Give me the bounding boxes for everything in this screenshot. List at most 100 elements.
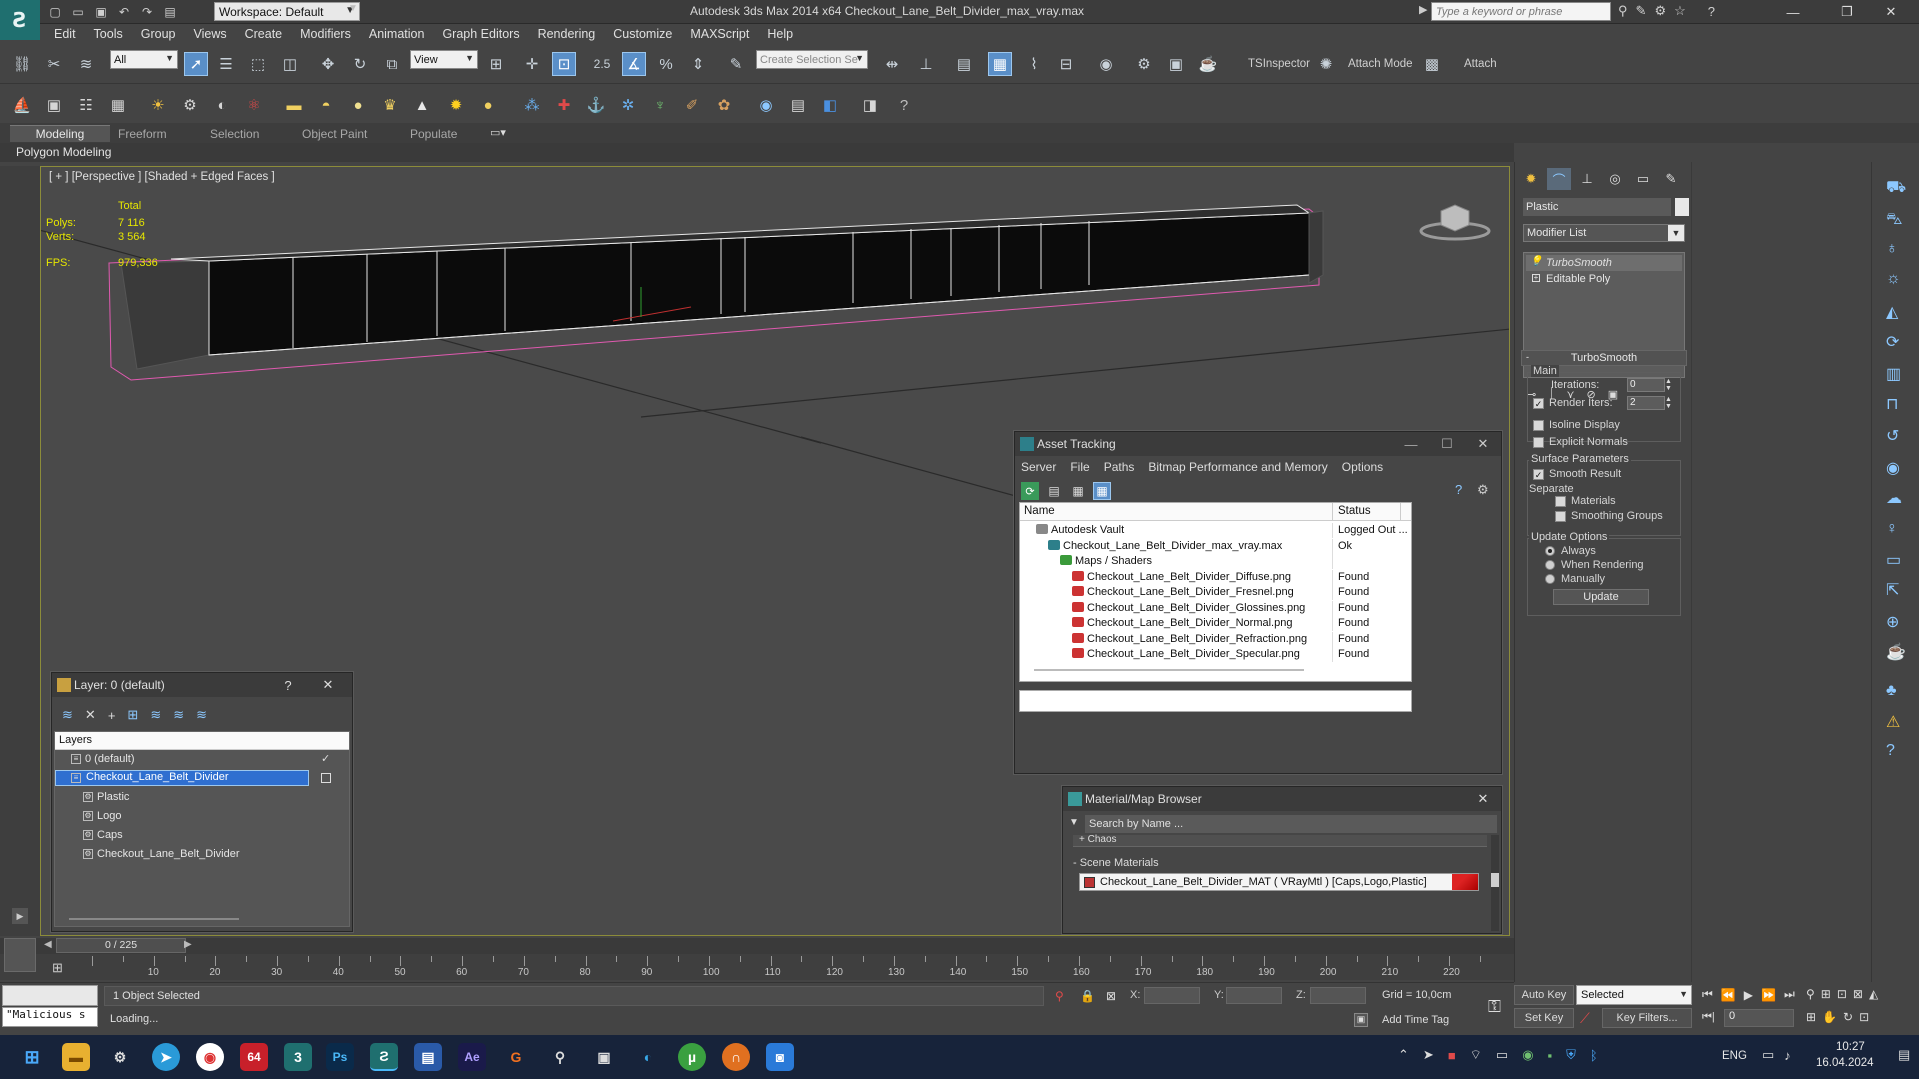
menu-bitmap-performance[interactable]: Bitmap Performance and Memory — [1148, 460, 1327, 474]
column-header-layers[interactable]: Layers — [59, 734, 92, 746]
close-button[interactable]: ✕ — [1465, 787, 1501, 811]
zoom-icon[interactable]: ⚲ — [1806, 987, 1815, 1001]
settings-icon[interactable]: ⚙ — [1477, 482, 1489, 498]
ribbon-tab-freeform[interactable]: Freeform — [106, 125, 179, 142]
ribbon-options-icon[interactable]: ▭▾ — [490, 126, 506, 139]
tray-bluetooth-icon[interactable]: ᛒ — [1590, 1048, 1598, 1063]
pivot-center-icon[interactable]: ⊞ — [484, 52, 508, 76]
render-production-icon[interactable]: ☕ — [1196, 52, 1220, 76]
asset-row[interactable]: Maps / Shaders — [1020, 554, 1411, 570]
asset-row[interactable]: Checkout_Lane_Belt_Divider_Normal.png Fou… — [1020, 616, 1411, 632]
spinner-arrows-icon[interactable]: ▲ ▼ — [1665, 396, 1673, 410]
subscription-icon[interactable]: ⚙ — [1654, 3, 1666, 19]
browser-options-icon[interactable]: ▼ — [1069, 817, 1079, 828]
menu-views[interactable]: Views — [193, 27, 226, 41]
list-icon[interactable]: ☷ — [74, 93, 98, 117]
tray-telegram-icon[interactable]: ➤ — [1423, 1047, 1434, 1063]
camera-icon[interactable]: ⛟ — [1886, 178, 1906, 198]
refresh-icon[interactable]: ⟳ — [1021, 482, 1039, 500]
layer-row[interactable]: Plastic ⚙ — [55, 790, 349, 806]
vray-frame-buffer-icon[interactable]: ◐ — [210, 93, 234, 117]
horizontal-scrollbar[interactable] — [1034, 669, 1304, 671]
asset-table[interactable]: Name Status Autodesk Vault Logged Out ...… — [1019, 502, 1412, 682]
set-current-layer-icon[interactable] — [321, 773, 331, 783]
rectangular-selection-icon[interactable]: ⬚ — [246, 52, 270, 76]
tray-nvidia-icon[interactable]: ▪ — [1548, 1048, 1553, 1063]
when-rendering-radio[interactable] — [1545, 560, 1555, 570]
column-header-name[interactable]: Name — [1024, 505, 1055, 517]
minimize-button[interactable]: — — [1393, 432, 1429, 456]
vray-mesh-light-icon[interactable]: ♛ — [378, 93, 402, 117]
layer-row[interactable]: Checkout_Lane_Belt_Divider ≡ — [55, 770, 349, 787]
clock-date[interactable]: 16.04.2024 — [1816, 1057, 1874, 1069]
graphite-toolbar-icon[interactable]: ▦ — [988, 52, 1012, 76]
vray-ies-icon[interactable]: ▲ — [410, 93, 434, 117]
layer-manager-icon[interactable]: ▤ — [952, 52, 976, 76]
active-layer-check-icon[interactable]: ✓ — [321, 752, 330, 765]
maxscript-listener-input[interactable]: "Malicious s — [2, 1007, 98, 1027]
vray-sphere-object-icon[interactable]: ✲ — [616, 93, 640, 117]
app-logo[interactable]: Ƨ — [0, 0, 40, 40]
absolute-mode-icon[interactable]: ⊠ — [1106, 989, 1116, 1003]
vray-settings-icon[interactable]: ⚙ — [178, 93, 202, 117]
layers-list[interactable]: Layers 0 (default) ≡ ✓ Checkout_Lane_Belt_D… — [54, 731, 350, 927]
windows-start-icon[interactable]: ⊞ — [18, 1043, 46, 1071]
delete-layer-icon[interactable]: ✕ — [85, 707, 96, 723]
asset-row[interactable]: Checkout_Lane_Belt_Divider_Refraction.pn… — [1020, 631, 1411, 648]
hierarchy-tab-icon[interactable]: ⊥ — [1575, 168, 1599, 190]
unlink-icon[interactable]: ✂ — [42, 52, 66, 76]
vray-clipper-icon[interactable]: ✐ — [680, 93, 704, 117]
vray-fur-icon[interactable]: ✚ — [552, 93, 576, 117]
menu-animation[interactable]: Animation — [369, 27, 425, 41]
binoculars-icon[interactable]: ⚲ — [1618, 3, 1628, 19]
cone-icon[interactable]: ◭ — [1886, 302, 1898, 322]
search-app-icon[interactable]: ⚲ — [546, 1043, 574, 1071]
vray-scene-converter-icon[interactable]: ◉ — [754, 93, 778, 117]
menu-options[interactable]: Options — [1342, 460, 1383, 474]
motion-tab-icon[interactable]: ◎ — [1603, 168, 1627, 190]
play-icon[interactable]: ▶ — [1744, 988, 1753, 1002]
select-by-name-icon[interactable]: ☰ — [214, 52, 238, 76]
pot-icon[interactable]: ☕ — [1886, 642, 1906, 662]
stack-item-turbosmooth[interactable]: 💡 TurboSmooth — [1526, 255, 1682, 271]
tools-icon[interactable]: ✎ — [1636, 3, 1647, 19]
tray-volume-icon[interactable]: ♪ — [1784, 1048, 1791, 1063]
viewport-label[interactable]: [ + ] [Perspective ] [Shaded + Edged Fac… — [49, 171, 275, 183]
cloud-icon[interactable]: ☁ — [1886, 488, 1902, 508]
smooth-result-checkbox[interactable]: ✓ — [1533, 469, 1544, 480]
reference-coordinate-dropdown[interactable]: View ▼ — [410, 50, 478, 69]
pan-icon[interactable]: ✋ — [1822, 1010, 1837, 1024]
column-header-status[interactable]: Status — [1338, 505, 1371, 517]
render-setup-icon[interactable]: ⚙ — [1132, 52, 1156, 76]
close-button[interactable]: ✕ — [310, 673, 346, 697]
keyboard-shortcut-override-icon[interactable]: ⊡ — [552, 52, 576, 76]
table-view-icon[interactable]: ▦ — [1069, 482, 1087, 500]
layer-row[interactable]: Caps ⚙ — [55, 828, 349, 844]
redo-icon[interactable]: ↷ — [138, 3, 156, 21]
render-iters-checkbox[interactable]: ✓ — [1533, 398, 1544, 409]
vray-help-icon[interactable]: ? — [892, 93, 916, 117]
asset-row[interactable]: Checkout_Lane_Belt_Divider_max_vray.max O… — [1020, 538, 1411, 555]
select-object-icon[interactable]: ➚ — [184, 52, 208, 76]
zoom-extents-all-icon[interactable]: ⊠ — [1853, 987, 1863, 1001]
vray-proxy-icon[interactable]: ⁂ — [520, 93, 544, 117]
vray-ambient-icon[interactable]: ● — [476, 93, 500, 117]
asset-row[interactable]: Checkout_Lane_Belt_Divider_Fresnel.png Fo… — [1020, 585, 1411, 601]
chrome-icon[interactable]: ◉ — [196, 1043, 224, 1071]
g-app-icon[interactable]: G — [502, 1043, 530, 1071]
restore-button[interactable]: ❐ — [1829, 2, 1865, 22]
asset-row[interactable]: Checkout_Lane_Belt_Divider_Diffuse.png Fo… — [1020, 569, 1411, 586]
snap-toggle-icon[interactable]: 2.5 — [590, 52, 614, 76]
menu-edit[interactable]: Edit — [54, 27, 76, 41]
help-button[interactable]: ? — [270, 673, 306, 697]
menu-paths[interactable]: Paths — [1104, 460, 1135, 474]
utorrent-icon[interactable]: µ — [678, 1043, 706, 1071]
render-frame-icon[interactable]: ▣ — [42, 93, 66, 117]
menu-rendering[interactable]: Rendering — [538, 27, 596, 41]
rotate-icon[interactable]: ↻ — [348, 52, 372, 76]
file-explorer-icon[interactable]: ▬ — [62, 1043, 90, 1071]
light-lister-icon[interactable]: ☀ — [146, 93, 170, 117]
move-icon[interactable]: ✥ — [316, 52, 340, 76]
key-mode-toggle-icon[interactable]: ⏮| — [1702, 1011, 1715, 1024]
rotate-icon[interactable]: ↺ — [1886, 426, 1899, 446]
